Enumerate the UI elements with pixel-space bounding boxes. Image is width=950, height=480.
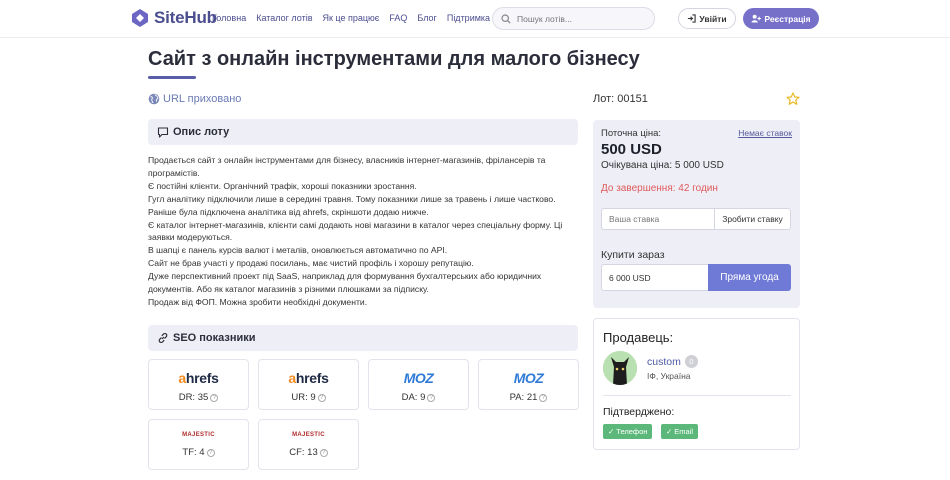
description-line: Продаж від ФОП. Можна зробити необхідні …	[148, 296, 368, 307]
seller-rating-badge: 0	[684, 355, 698, 368]
login-label: Увійти	[699, 13, 727, 24]
nav-blog[interactable]: Блог	[417, 13, 436, 23]
help-icon[interactable]: ?	[317, 394, 326, 402]
seo-card-da: MOZ DA: 9?	[368, 359, 469, 410]
login-button[interactable]: Увійти	[678, 8, 736, 29]
nav-faq[interactable]: FAQ	[389, 13, 407, 23]
link-icon	[158, 333, 168, 343]
seller-name-row: custom 0	[647, 355, 698, 368]
check-icon: ✓	[666, 427, 673, 436]
favorite-star-icon[interactable]	[786, 92, 800, 106]
logo[interactable]: SiteHub	[130, 8, 217, 28]
seo-value: TF: 4	[182, 447, 205, 458]
user-plus-icon	[751, 14, 762, 23]
logo-icon	[132, 9, 148, 27]
time-remaining: До завершення: 42 годин	[601, 183, 718, 194]
help-icon[interactable]: ?	[206, 449, 215, 457]
seller-name[interactable]: custom	[647, 356, 681, 368]
nav-how-it-works[interactable]: Як це працює	[322, 13, 379, 23]
description-line: Є постійні клієнти. Органічний трафік, х…	[148, 180, 417, 191]
place-bid-button[interactable]: Зробити ставку	[714, 208, 791, 230]
description-heading-label: Опис лоту	[173, 126, 230, 138]
majestic-logo: MAJESTIC	[292, 432, 325, 438]
nav-catalog[interactable]: Каталог лотів	[256, 13, 312, 23]
current-price: 500 USD	[601, 141, 662, 158]
seo-value: DA: 9	[401, 392, 426, 403]
buy-now-price-field[interactable]	[601, 264, 708, 291]
register-label: Реєстрація	[764, 13, 811, 24]
description-heading: Опис лоту	[148, 119, 578, 145]
nav-home[interactable]: Головна	[212, 13, 246, 23]
seller-panel: Продавець: custom 0 ІФ, Україна Підтверд…	[593, 318, 800, 450]
moz-logo: MOZ	[403, 370, 434, 386]
logo-text: SiteHub	[154, 8, 217, 27]
seller-title: Продавець:	[603, 330, 674, 345]
search-icon	[501, 13, 511, 24]
description-line: Гугл аналітику підключили лише в середин…	[148, 193, 556, 217]
direct-deal-button[interactable]: Пряма угода	[708, 264, 791, 291]
seo-value: PA: 21	[509, 392, 538, 403]
url-hidden-label: URL приховано	[163, 93, 242, 105]
help-icon[interactable]: ?	[319, 449, 328, 457]
divider	[603, 395, 791, 396]
current-price-label: Поточна ціна:	[601, 128, 662, 139]
verified-email-label: Email	[674, 427, 694, 436]
avatar[interactable]	[603, 351, 637, 385]
help-icon[interactable]: ?	[539, 394, 548, 402]
seo-value: CF: 13	[289, 447, 318, 458]
description-line: В шапці є панель курсів валют і металів,…	[148, 245, 448, 256]
site-header: SiteHub Головна Каталог лотів Як це прац…	[0, 0, 950, 38]
buy-now-label: Купити зараз	[601, 249, 665, 261]
help-icon[interactable]: ?	[210, 394, 219, 402]
seo-heading: SEO показники	[148, 325, 578, 351]
help-icon[interactable]: ?	[427, 394, 436, 402]
price-panel: Поточна ціна: Немає ставок 500 USD Очіку…	[593, 120, 800, 308]
expected-price: Очікувана ціна: 5 000 USD	[601, 160, 724, 171]
seo-heading-label: SEO показники	[173, 332, 256, 344]
description-line: Сайт не брав участі у продажі посилань, …	[148, 258, 474, 269]
page-title: Сайт з онлайн інструментами для малого б…	[148, 48, 640, 70]
bid-input[interactable]	[601, 208, 715, 230]
no-bids-link[interactable]: Немає ставок	[738, 128, 792, 138]
main-nav: Головна Каталог лотів Як це працює FAQ Б…	[212, 13, 490, 23]
register-button[interactable]: Реєстрація	[743, 8, 819, 29]
url-hidden: URL приховано	[148, 93, 241, 105]
verified-phone-badge: ✓ Телефон	[603, 424, 653, 439]
seller-location: ІФ, Україна	[647, 371, 691, 381]
description-line: Продається сайт з онлайн інструментами д…	[148, 155, 546, 178]
moz-logo: MOZ	[513, 370, 544, 386]
globe-icon	[148, 93, 160, 105]
comment-icon	[157, 126, 169, 138]
verified-email-badge: ✓ Email	[661, 424, 699, 439]
check-icon: ✓	[608, 427, 615, 436]
lot-description: Продається сайт з онлайн інструментами д…	[148, 154, 578, 309]
seo-value: DR: 35	[178, 392, 209, 403]
seo-value: UR: 9	[291, 392, 316, 403]
description-line: Є каталог інтернет-магазинів, клієнти са…	[148, 219, 563, 243]
ahrefs-logo: ahrefs	[178, 370, 219, 386]
search-box	[492, 7, 655, 30]
nav-support[interactable]: Підтримка	[447, 13, 490, 23]
lot-number: Лот: 00151	[593, 93, 648, 105]
login-icon	[688, 14, 697, 23]
search-input[interactable]	[517, 13, 637, 24]
title-underline	[148, 76, 196, 79]
description-line: Дуже перспективний проект під SaaS, напр…	[148, 271, 542, 295]
seo-card-pa: MOZ PA: 21?	[478, 359, 579, 410]
seo-card-dr: ahrefs DR: 35?	[148, 359, 249, 410]
seo-card-ur: ahrefs UR: 9?	[258, 359, 359, 410]
ahrefs-logo: ahrefs	[288, 370, 329, 386]
seller-avatar-image	[603, 351, 637, 385]
seo-card-cf: MAJESTIC CF: 13?	[258, 419, 359, 470]
verified-label: Підтверджено:	[603, 406, 675, 418]
seo-card-tf: MAJESTIC TF: 4?	[148, 419, 249, 470]
majestic-logo: MAJESTIC	[182, 432, 215, 438]
verified-phone-label: Телефон	[616, 427, 648, 436]
